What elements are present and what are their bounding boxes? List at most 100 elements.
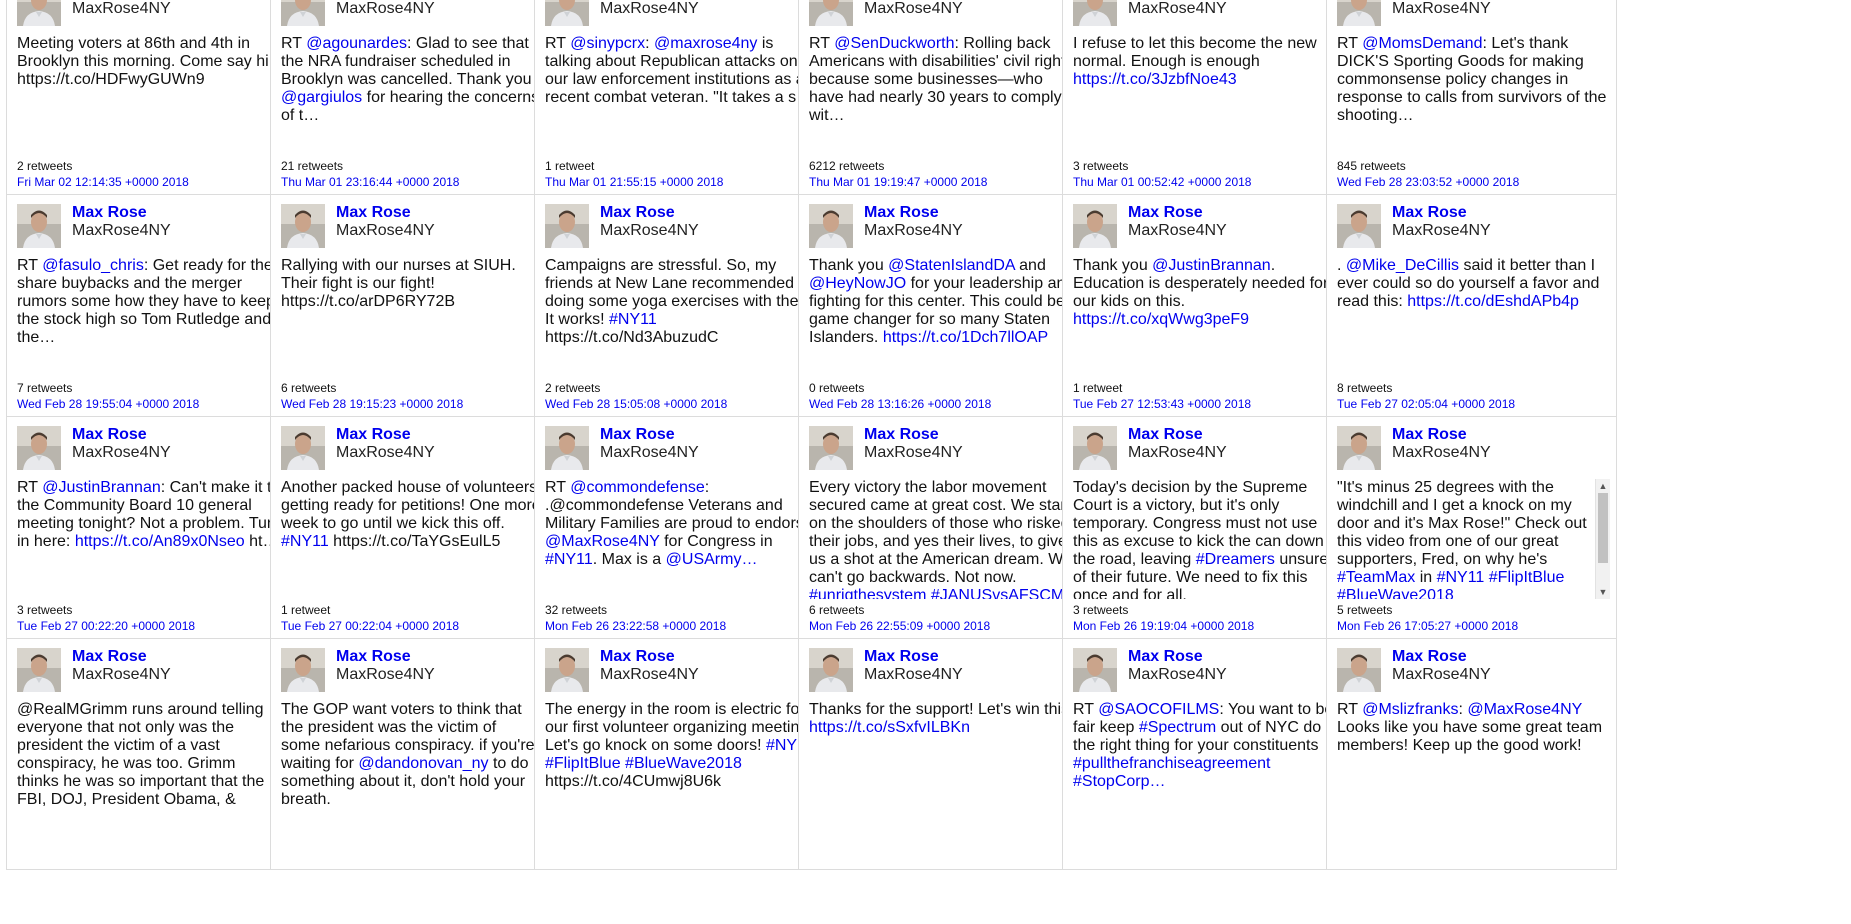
author-name[interactable]: Max Rose <box>1392 648 1467 666</box>
avatar[interactable] <box>1337 648 1381 692</box>
tweet-link[interactable]: @StatenIslandDA <box>888 257 1015 274</box>
tweet-link[interactable]: https://t.co/1Dch7llOAP <box>883 329 1048 346</box>
tweet-timestamp[interactable]: Fri Mar 02 12:14:35 +0000 2018 <box>17 175 189 189</box>
avatar[interactable] <box>1073 426 1117 470</box>
tweet-timestamp[interactable]: Thu Mar 01 23:16:44 +0000 2018 <box>281 175 459 189</box>
author-name[interactable]: Max Rose <box>72 426 147 444</box>
avatar[interactable] <box>17 426 61 470</box>
tweet-link[interactable]: #TeamMax <box>1337 569 1415 586</box>
tweet-link[interactable]: #Dreamers <box>1196 551 1275 568</box>
tweet-link[interactable]: #NY11 <box>281 533 329 550</box>
avatar[interactable] <box>17 648 61 692</box>
author-name[interactable]: Max Rose <box>600 648 675 666</box>
tweet-link[interactable]: @Mike_DeCillis <box>1346 257 1459 274</box>
tweet-link[interactable]: #NY11 <box>1437 569 1485 586</box>
avatar[interactable] <box>809 426 853 470</box>
scroll-up-icon[interactable]: ▲ <box>1596 479 1610 493</box>
tweet-scrollbar[interactable]: ▲▼ <box>1595 479 1610 599</box>
avatar[interactable] <box>545 426 589 470</box>
tweet-link[interactable]: #FlipItBlue <box>545 755 621 772</box>
author-name[interactable]: Max Rose <box>1128 426 1203 444</box>
author-name[interactable]: Max Rose <box>864 426 939 444</box>
author-name[interactable]: Max Rose <box>336 426 411 444</box>
avatar[interactable] <box>17 204 61 248</box>
avatar[interactable] <box>809 648 853 692</box>
tweet-timestamp[interactable]: Tue Feb 27 00:22:20 +0000 2018 <box>17 619 195 633</box>
tweet-link[interactable]: #StopCorp… <box>1073 773 1166 790</box>
tweet-link[interactable]: https://t.co/sSxfvILBKn <box>809 719 970 736</box>
avatar[interactable] <box>809 204 853 248</box>
tweet-link[interactable]: @SAOCOFILMS <box>1098 701 1219 718</box>
tweet-timestamp[interactable]: Wed Feb 28 19:55:04 +0000 2018 <box>17 397 199 411</box>
author-name[interactable]: Max Rose <box>1128 204 1203 222</box>
tweet-timestamp[interactable]: Mon Feb 26 17:05:27 +0000 2018 <box>1337 619 1518 633</box>
avatar[interactable] <box>281 0 325 26</box>
tweet-timestamp[interactable]: Wed Feb 28 13:16:26 +0000 2018 <box>809 397 991 411</box>
tweet-link[interactable]: #BlueWave2018 <box>625 755 742 772</box>
avatar[interactable] <box>281 648 325 692</box>
author-name[interactable]: Max Rose <box>1392 426 1467 444</box>
avatar[interactable] <box>1073 0 1117 26</box>
avatar[interactable] <box>17 0 61 26</box>
tweet-link[interactable]: @commondefense <box>570 479 705 496</box>
avatar[interactable] <box>281 426 325 470</box>
tweet-link[interactable]: @Mslizfranks <box>1362 701 1458 718</box>
tweet-link[interactable]: #NY11 <box>609 311 657 328</box>
author-name[interactable]: Max Rose <box>72 204 147 222</box>
tweet-link[interactable]: @gargiulos <box>281 89 362 106</box>
tweet-link[interactable]: @JustinBrannan <box>1152 257 1271 274</box>
author-name[interactable]: Max Rose <box>336 648 411 666</box>
tweet-timestamp[interactable]: Thu Mar 01 19:19:47 +0000 2018 <box>809 175 987 189</box>
tweet-timestamp[interactable]: Thu Mar 01 00:52:42 +0000 2018 <box>1073 175 1251 189</box>
tweet-link[interactable]: @dandonovan_ny <box>358 755 488 772</box>
tweet-link[interactable]: https://t.co/An89x0Nseo <box>75 533 245 550</box>
author-name[interactable]: Max Rose <box>600 426 675 444</box>
tweet-timestamp[interactable]: Mon Feb 26 22:55:09 +0000 2018 <box>809 619 990 633</box>
avatar[interactable] <box>545 648 589 692</box>
author-name[interactable]: Max Rose <box>1392 204 1467 222</box>
tweet-link[interactable]: @MaxRose4NY <box>1467 701 1582 718</box>
scroll-down-icon[interactable]: ▼ <box>1596 585 1610 599</box>
tweet-timestamp[interactable]: Wed Feb 28 23:03:52 +0000 2018 <box>1337 175 1519 189</box>
tweet-link[interactable]: @SenDuckworth <box>834 35 954 52</box>
tweet-link[interactable]: @MaxRose4NY <box>545 533 660 550</box>
tweet-timestamp[interactable]: Mon Feb 26 23:22:58 +0000 2018 <box>545 619 726 633</box>
tweet-link[interactable]: https://t.co/xqWwg3peF9 <box>1073 311 1249 328</box>
author-name[interactable]: Max Rose <box>336 204 411 222</box>
scroll-thumb[interactable] <box>1598 493 1608 563</box>
avatar[interactable] <box>1337 426 1381 470</box>
tweet-timestamp[interactable]: Thu Mar 01 21:55:15 +0000 2018 <box>545 175 723 189</box>
tweet-link[interactable]: #NY11 <box>545 551 593 568</box>
tweet-link[interactable]: @USArmy… <box>666 551 758 568</box>
tweet-link[interactable]: @maxrose4ny <box>654 35 757 52</box>
tweet-timestamp[interactable]: Mon Feb 26 19:19:04 +0000 2018 <box>1073 619 1254 633</box>
avatar[interactable] <box>1337 204 1381 248</box>
tweet-link[interactable]: #JANUSvsAFSCME <box>931 587 1075 599</box>
tweet-link[interactable]: @JustinBrannan <box>42 479 161 496</box>
avatar[interactable] <box>1073 648 1117 692</box>
tweet-link[interactable]: https://t.co/3JzbfNoe43 <box>1073 71 1237 88</box>
author-name[interactable]: Max Rose <box>864 648 939 666</box>
author-name[interactable]: Max Rose <box>72 648 147 666</box>
avatar[interactable] <box>1073 204 1117 248</box>
avatar[interactable] <box>281 204 325 248</box>
avatar[interactable] <box>1337 0 1381 26</box>
avatar[interactable] <box>809 0 853 26</box>
tweet-timestamp[interactable]: Wed Feb 28 19:15:23 +0000 2018 <box>281 397 463 411</box>
tweet-timestamp[interactable]: Tue Feb 27 02:05:04 +0000 2018 <box>1337 397 1515 411</box>
tweet-link[interactable]: #pullthefranchiseagreement <box>1073 755 1270 772</box>
tweet-timestamp[interactable]: Tue Feb 27 00:22:04 +0000 2018 <box>281 619 459 633</box>
tweet-link[interactable]: @sinypcrx <box>570 35 645 52</box>
tweet-link[interactable]: #BlueWave2018 <box>1337 587 1454 599</box>
author-name[interactable]: Max Rose <box>600 204 675 222</box>
tweet-link[interactable]: @MomsDemand <box>1362 35 1482 52</box>
avatar[interactable] <box>545 0 589 26</box>
tweet-link[interactable]: #FlipItBlue <box>1489 569 1565 586</box>
tweet-link[interactable]: @fasulo_chris <box>42 257 144 274</box>
tweet-link[interactable]: @HeyNowJO <box>809 275 906 292</box>
tweet-timestamp[interactable]: Wed Feb 28 15:05:08 +0000 2018 <box>545 397 727 411</box>
tweet-link[interactable]: #Spectrum <box>1139 719 1216 736</box>
tweet-link[interactable]: https://t.co/dEshdAPb4p <box>1407 293 1579 310</box>
tweet-link[interactable]: @agounardes <box>306 35 407 52</box>
tweet-timestamp[interactable]: Tue Feb 27 12:53:43 +0000 2018 <box>1073 397 1251 411</box>
